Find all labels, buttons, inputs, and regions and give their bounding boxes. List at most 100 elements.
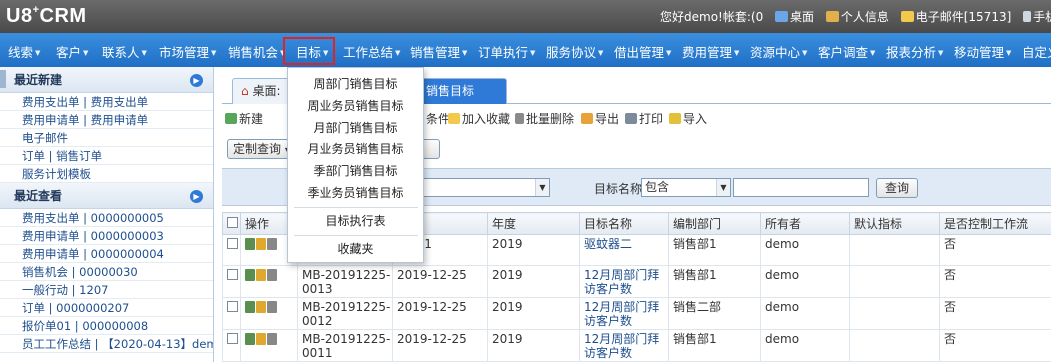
import-button[interactable]: 导入	[669, 110, 707, 127]
list-item[interactable]: 销售机会 | 00000030	[0, 263, 213, 281]
new-button[interactable]: 新建	[225, 110, 263, 127]
tab-home[interactable]: ⌂ 桌面:	[232, 78, 290, 104]
sidebar-collapse-handle[interactable]	[0, 70, 6, 88]
edit-icon[interactable]	[256, 300, 266, 313]
search-button[interactable]: 查询	[876, 178, 918, 198]
list-item[interactable]: 费用申请单 | 费用申请单	[0, 111, 213, 129]
nav-item-loan-mgmt[interactable]: 借出管理 ▼	[614, 42, 671, 61]
row-checkbox[interactable]	[227, 332, 238, 344]
expand-icon[interactable]: ▶	[190, 74, 203, 87]
nav-item-order-exec[interactable]: 订单执行 ▼	[478, 42, 535, 61]
view-icon[interactable]	[245, 332, 255, 345]
col-header-indicator[interactable]: 默认指标	[849, 212, 940, 235]
nav-item-mobile-mgmt[interactable]: 移动管理 ▼	[954, 42, 1011, 61]
recent-view-header[interactable]: 最近查看 ▶	[0, 183, 213, 209]
email-link[interactable]: 电子邮件[15713]	[900, 8, 1011, 25]
nav-item-sales-mgmt[interactable]: 销售管理 ▼	[410, 42, 467, 61]
nav-item-marketing[interactable]: 市场管理 ▼	[159, 42, 216, 61]
expand-icon[interactable]: ▶	[190, 190, 203, 203]
menu-divider	[294, 207, 418, 208]
nav-item-resource-center[interactable]: 资源中心 ▼	[750, 42, 807, 61]
cell-workflow: 否	[939, 328, 1051, 362]
operator-select[interactable]: 包含 ▼	[641, 178, 731, 197]
tab-sales-target[interactable]: 销售目标	[417, 78, 507, 104]
nav-item-customers[interactable]: 客户 ▼	[56, 42, 88, 61]
delete-icon[interactable]	[267, 300, 277, 313]
row-checkbox[interactable]	[227, 237, 238, 249]
list-item[interactable]: 员工工作总结 | 【2020-04-13】demo	[0, 335, 213, 353]
menu-item-weekly-rep-target[interactable]: 周业务员销售目标	[288, 95, 423, 117]
menu-item-quarterly-rep-target[interactable]: 季业务员销售目标	[288, 182, 423, 204]
nav-item-custom[interactable]: 自定义	[1022, 42, 1051, 61]
list-item[interactable]: 费用申请单 | 0000000003	[0, 227, 213, 245]
col-header-workflow[interactable]: 是否控制工作流	[939, 212, 1051, 235]
delete-icon[interactable]	[267, 268, 277, 281]
sms-link[interactable]: 手机短信	[1023, 8, 1051, 25]
cell-code: MB-20191225-0011	[297, 328, 393, 362]
col-header-year[interactable]: 年度	[487, 212, 580, 235]
personal-info-link[interactable]: 个人信息	[825, 8, 889, 25]
cell-year: 2019	[487, 328, 580, 362]
export-icon	[581, 113, 593, 124]
cell-workflow: 否	[939, 264, 1051, 298]
recent-new-header[interactable]: 最近新建 ▶	[0, 67, 213, 93]
menu-item-target-exec-table[interactable]: 目标执行表	[288, 210, 423, 232]
add-favorite-button[interactable]: 加入收藏	[448, 110, 510, 127]
nav-item-customer-survey[interactable]: 客户调查 ▼	[818, 42, 875, 61]
list-item[interactable]: 报价单01 | 000000008	[0, 317, 213, 335]
row-checkbox[interactable]	[227, 268, 238, 280]
cell-indicator	[849, 233, 940, 266]
logo: U8+CRM	[6, 4, 87, 27]
cell-target-name-link[interactable]: 驱蚊器二	[584, 237, 632, 251]
target-name-input[interactable]	[733, 178, 869, 197]
cell-indicator	[849, 264, 940, 298]
cell-dept: 销售部1	[668, 264, 761, 298]
cell-target-name-link[interactable]: 12月周部门拜访客户数	[584, 332, 659, 360]
edit-icon[interactable]	[256, 237, 266, 250]
col-header-target-name[interactable]: 目标名称	[579, 212, 669, 235]
export-button[interactable]: 导出	[581, 110, 619, 127]
list-item[interactable]: 电子邮件	[0, 129, 213, 147]
view-icon[interactable]	[245, 237, 255, 250]
nav-item-expense-mgmt[interactable]: 费用管理 ▼	[682, 42, 739, 61]
nav-item-service-agreement[interactable]: 服务协议 ▼	[546, 42, 603, 61]
nav-item-contacts[interactable]: 联系人 ▼	[102, 42, 147, 61]
menu-item-weekly-dept-target[interactable]: 周部门销售目标	[288, 73, 423, 95]
filter-select-1[interactable]: ▼	[420, 178, 550, 197]
edit-icon[interactable]	[256, 268, 266, 281]
cell-target-name-link[interactable]: 12月周部门拜访客户数	[584, 300, 659, 328]
menu-item-monthly-dept-target[interactable]: 月部门销售目标	[288, 117, 423, 139]
row-checkbox[interactable]	[227, 300, 238, 312]
print-button[interactable]: 打印	[625, 110, 663, 127]
list-item[interactable]: 订单 | 0000000207	[0, 299, 213, 317]
list-item[interactable]: 费用申请单 | 0000000004	[0, 245, 213, 263]
list-item[interactable]: 一般行动 | 1207	[0, 281, 213, 299]
list-item[interactable]: 费用支出单 | 费用支出单	[0, 93, 213, 111]
menu-item-favorites[interactable]: 收藏夹	[288, 238, 423, 260]
nav-item-work-summary[interactable]: 工作总结 ▼	[343, 42, 400, 61]
menu-item-quarterly-dept-target[interactable]: 季部门销售目标	[288, 160, 423, 182]
list-item[interactable]: 费用支出单 | 0000000005	[0, 209, 213, 227]
nav-item-reports[interactable]: 报表分析 ▼	[886, 42, 943, 61]
cell-year: 2019	[487, 264, 580, 298]
list-item[interactable]: 订单 | 销售订单	[0, 147, 213, 165]
condition-button[interactable]: 条件	[426, 110, 450, 127]
delete-icon[interactable]	[267, 332, 277, 345]
edit-icon[interactable]	[256, 332, 266, 345]
view-icon[interactable]	[245, 300, 255, 313]
view-icon[interactable]	[245, 268, 255, 281]
desktop-icon	[775, 11, 789, 22]
select-all-checkbox[interactable]	[227, 217, 238, 229]
recent-new-list: 费用支出单 | 费用支出单 费用申请单 | 费用申请单 电子邮件 订单 | 销售…	[0, 93, 213, 183]
delete-icon[interactable]	[267, 237, 277, 250]
menu-item-monthly-rep-target[interactable]: 月业务员销售目标	[288, 138, 423, 160]
nav-item-leads[interactable]: 线索 ▼	[8, 42, 40, 61]
cell-dept: 销售部1	[668, 328, 761, 362]
col-header-owner[interactable]: 所有者	[760, 212, 850, 235]
list-item[interactable]: 服务计划模板	[0, 165, 213, 183]
desktop-link[interactable]: 桌面	[775, 8, 814, 25]
col-header-dept[interactable]: 编制部门	[668, 212, 761, 235]
nav-item-opportunities[interactable]: 销售机会 ▼	[228, 42, 285, 61]
batch-delete-button[interactable]: 批量删除	[515, 110, 574, 127]
cell-target-name-link[interactable]: 12月周部门拜访客户数	[584, 268, 659, 296]
